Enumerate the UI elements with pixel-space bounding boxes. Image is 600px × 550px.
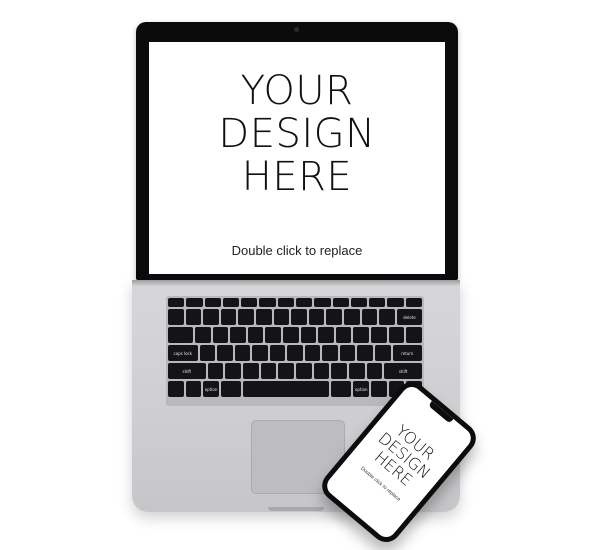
key [204, 298, 221, 307]
key-return: return [392, 345, 423, 361]
phone-screen-headline: YOUR DESIGN HERE [356, 409, 453, 502]
key [375, 345, 391, 361]
laptop-hinge [132, 280, 460, 286]
keyboard-row-home: caps lock return [168, 345, 423, 361]
laptop-camera-icon [294, 27, 299, 32]
key [217, 345, 233, 361]
key [353, 327, 370, 343]
key [265, 327, 282, 343]
headline-line: YOUR [240, 68, 354, 114]
key [185, 309, 202, 325]
key [234, 345, 251, 361]
key [168, 298, 185, 307]
key [318, 327, 334, 343]
key [349, 363, 365, 379]
key [283, 327, 299, 343]
key-command-right [331, 381, 352, 397]
key-shift-left: shift [168, 363, 206, 379]
key [339, 345, 356, 361]
key [238, 309, 255, 325]
key [273, 309, 290, 325]
key [331, 363, 347, 379]
key [304, 345, 321, 361]
key-delete: delete [396, 309, 422, 325]
keyboard-row-qwerty [168, 327, 422, 343]
key [247, 327, 264, 343]
keyboard-row-numbers: delete [168, 309, 422, 325]
key [322, 345, 338, 361]
key-caps-lock: caps lock [168, 345, 198, 361]
key [350, 298, 368, 307]
key [335, 327, 352, 343]
key [287, 345, 303, 361]
key [406, 327, 422, 343]
arrow-left-key-icon [371, 381, 387, 397]
key [186, 298, 203, 307]
key [168, 309, 184, 325]
key-tab [168, 327, 193, 343]
key [344, 309, 360, 325]
key-space [243, 381, 330, 397]
key [300, 327, 317, 343]
laptop-lid: YOUR DESIGN HERE Double click to replace [136, 22, 458, 280]
key [256, 309, 272, 325]
key [203, 309, 219, 325]
key [291, 309, 307, 325]
key [326, 309, 343, 325]
key [369, 298, 386, 307]
key [260, 363, 277, 379]
key [194, 327, 211, 343]
key [371, 327, 387, 343]
keyboard-row-bottom: option option [168, 381, 422, 397]
key [387, 298, 404, 307]
key [308, 309, 325, 325]
key [366, 363, 383, 379]
key-command-left [220, 381, 242, 397]
key-shift-right: shift [384, 363, 422, 379]
laptop-screen-subtext: Double click to replace [231, 243, 363, 258]
key [295, 298, 313, 307]
key [405, 298, 422, 307]
keyboard-row-shift: shift shift [168, 363, 422, 379]
key [295, 363, 312, 379]
key [207, 363, 224, 379]
key [252, 345, 268, 361]
key [269, 345, 286, 361]
device-mockup-scene: YOUR DESIGN HERE Double click to replace [0, 0, 600, 550]
key [361, 309, 378, 325]
key [379, 309, 395, 325]
key [242, 363, 259, 379]
key [314, 298, 331, 307]
headline-line: DESIGN [218, 111, 376, 157]
key [332, 298, 349, 307]
key [357, 345, 373, 361]
key [222, 298, 240, 307]
key [199, 345, 216, 361]
key [259, 298, 276, 307]
laptop-screen[interactable]: YOUR DESIGN HERE Double click to replace [149, 42, 445, 274]
key [220, 309, 237, 325]
key [388, 327, 405, 343]
key-control [185, 381, 202, 397]
key [225, 363, 241, 379]
key [241, 298, 258, 307]
key [277, 298, 294, 307]
key [278, 363, 294, 379]
key-fn [168, 381, 184, 397]
key-option-left: option [203, 381, 219, 397]
key [212, 327, 229, 343]
laptop-front-notch [268, 507, 324, 511]
key [313, 363, 330, 379]
keyboard-row-function [168, 298, 422, 307]
headline-line: HERE [241, 154, 353, 200]
key-option-right: option [353, 381, 370, 397]
laptop-keyboard: delete caps lock return shift shift opti… [166, 296, 424, 406]
laptop-screen-headline: YOUR DESIGN HERE [149, 70, 445, 199]
key [230, 327, 246, 343]
